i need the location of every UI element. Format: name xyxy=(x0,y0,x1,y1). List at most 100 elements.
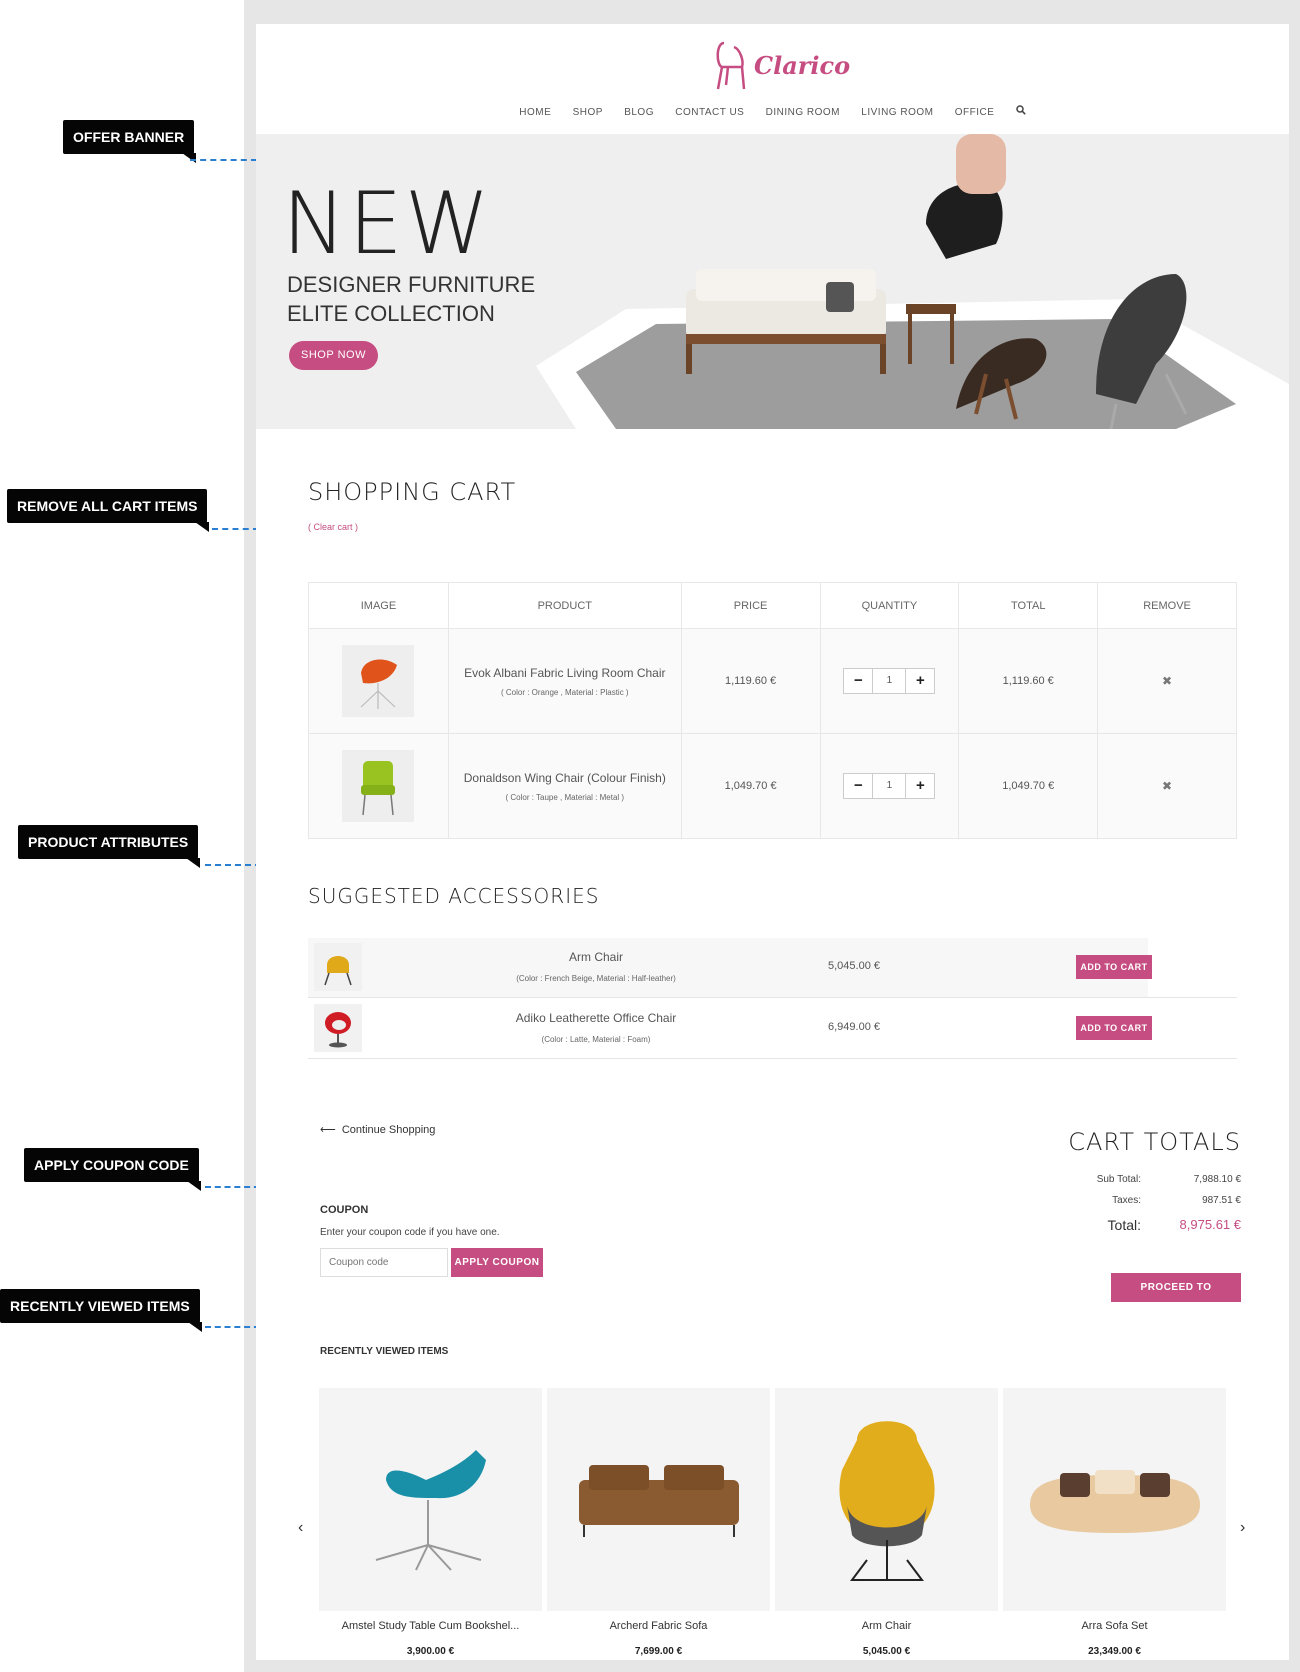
product-name[interactable]: Arm Chair xyxy=(775,1620,998,1632)
col-total: TOTAL xyxy=(958,582,1099,629)
product-name[interactable]: Archerd Fabric Sofa xyxy=(547,1620,770,1632)
remove-icon[interactable]: ✖ xyxy=(1162,674,1172,688)
product-name[interactable]: Arra Sofa Set xyxy=(1003,1620,1226,1632)
apply-coupon-button[interactable]: APPLY COUPON xyxy=(451,1248,543,1277)
nav-office[interactable]: OFFICE xyxy=(955,107,995,118)
product-price: 7,699.00 € xyxy=(634,1646,683,1657)
hero-subtitle-line: ELITE COLLECTION xyxy=(287,301,495,326)
nav-shop[interactable]: SHOP xyxy=(573,107,603,118)
callout-product-attributes: PRODUCT ATTRIBUTES xyxy=(18,825,201,868)
coupon-input[interactable] xyxy=(320,1248,448,1277)
recently-viewed-card[interactable]: Arm Chair 5,045.00 € xyxy=(775,1388,998,1657)
cart-table: IMAGE PRODUCT PRICE QUANTITY TOTAL REMOV… xyxy=(308,582,1237,839)
cart-title: SHOPPING CART xyxy=(308,478,517,506)
store-page: Clarico HOME SHOP BLOG CONTACT US DINING… xyxy=(256,24,1289,1660)
row-background xyxy=(308,999,1148,1058)
hero-subtitle-line: DESIGNER FURNITURE xyxy=(287,272,536,297)
price-cell: 1,119.60 € xyxy=(680,628,821,734)
search-icon[interactable] xyxy=(1015,105,1026,118)
callout-apply-coupon: APPLY COUPON CODE xyxy=(24,1148,201,1191)
nav-blog[interactable]: BLOG xyxy=(624,107,654,118)
product-price: 23,349.00 € xyxy=(1088,1646,1141,1657)
col-quantity: QUANTITY xyxy=(819,582,960,629)
suggested-attributes: (Color : Latte, Material : Foam) xyxy=(541,1035,651,1044)
minus-icon[interactable]: − xyxy=(844,669,873,693)
product-price: 3,900.00 € xyxy=(406,1646,455,1657)
quantity-cell: − 1 + xyxy=(819,733,960,839)
total-cell: 1,049.70 € xyxy=(958,733,1099,839)
recently-viewed-card[interactable]: Amstel Study Table Cum Bookshel... 3,900… xyxy=(319,1388,542,1657)
cart-product-cell: Evok Albani Fabric Living Room Chair ( C… xyxy=(447,628,682,734)
cart-header-row: IMAGE PRODUCT PRICE QUANTITY TOTAL REMOV… xyxy=(308,582,1237,629)
col-remove: REMOVE xyxy=(1097,582,1237,629)
nav-dining-room[interactable]: DINING ROOM xyxy=(766,107,840,118)
coupon-heading: COUPON xyxy=(320,1204,369,1216)
logo[interactable]: Clarico xyxy=(714,39,850,91)
recently-viewed-title: RECENTLY VIEWED ITEMS xyxy=(320,1346,449,1357)
recently-viewed-card[interactable]: Arra Sofa Set 23,349.00 € xyxy=(1003,1388,1226,1657)
carousel-prev-icon[interactable]: ‹ xyxy=(298,1519,303,1537)
carousel-next-icon[interactable]: › xyxy=(1240,1519,1245,1537)
suggested-name[interactable]: Arm Chair xyxy=(426,950,766,964)
remove-cell: ✖ xyxy=(1097,733,1237,839)
proceed-to-checkout-button[interactable]: PROCEED TO CHECKOUT xyxy=(1111,1273,1241,1322)
taxes-value: 987.51 € xyxy=(1202,1195,1241,1206)
clear-cart-link[interactable]: ( Clear cart ) xyxy=(308,522,358,532)
total-cell: 1,119.60 € xyxy=(958,628,1099,734)
hero-headline: NEW xyxy=(282,174,492,274)
product-image[interactable] xyxy=(1003,1388,1226,1611)
suggested-name[interactable]: Adiko Leatherette Office Chair xyxy=(426,1011,766,1025)
shop-now-button[interactable]: SHOP NOW xyxy=(289,341,378,370)
cart-totals-title: CART TOTALS xyxy=(1068,1128,1241,1156)
cart-product-cell: Donaldson Wing Chair (Colour Finish) ( C… xyxy=(447,733,682,839)
quantity-value[interactable]: 1 xyxy=(872,774,907,798)
remove-icon[interactable]: ✖ xyxy=(1162,779,1172,793)
suggested-price: 6,949.00 € xyxy=(828,1021,880,1033)
nav-home[interactable]: HOME xyxy=(519,107,551,118)
product-image[interactable] xyxy=(547,1388,770,1611)
product-attributes: ( Color : Taupe , Material : Metal ) xyxy=(505,792,625,802)
site-header: Clarico HOME SHOP BLOG CONTACT US DINING… xyxy=(256,24,1289,134)
suggested-item: Adiko Leatherette Office Chair (Color : … xyxy=(308,999,1237,1059)
remove-cell: ✖ xyxy=(1097,628,1237,734)
product-image[interactable] xyxy=(775,1388,998,1611)
product-name[interactable]: Amstel Study Table Cum Bookshel... xyxy=(319,1620,542,1632)
suggested-attributes: (Color : French Beige, Material : Half-l… xyxy=(516,974,676,983)
cart-row: Evok Albani Fabric Living Room Chair ( C… xyxy=(308,628,1237,734)
product-name[interactable]: Donaldson Wing Chair (Colour Finish) xyxy=(449,771,681,785)
suggested-thumbnail[interactable] xyxy=(314,943,362,991)
quantity-value[interactable]: 1 xyxy=(872,669,907,693)
offer-banner: NEW DESIGNER FURNITURE ELITE COLLECTION … xyxy=(256,134,1289,429)
quantity-stepper: − 1 + xyxy=(843,773,936,799)
product-attributes: ( Color : Orange , Material : Plastic ) xyxy=(500,687,629,697)
col-price: PRICE xyxy=(680,582,821,629)
add-to-cart-button[interactable]: ADD TO CART xyxy=(1076,1016,1152,1040)
product-name[interactable]: Evok Albani Fabric Living Room Chair xyxy=(449,666,681,680)
minus-icon[interactable]: − xyxy=(844,774,873,798)
cart-image-cell xyxy=(308,628,449,734)
product-thumbnail[interactable] xyxy=(342,750,415,822)
callout-recently-viewed: RECENTLY VIEWED ITEMS xyxy=(0,1289,202,1332)
price-cell: 1,049.70 € xyxy=(680,733,821,839)
plus-icon[interactable]: + xyxy=(906,774,935,798)
taxes-label: Taxes: xyxy=(1112,1195,1141,1206)
recently-viewed-card[interactable]: Archerd Fabric Sofa 7,699.00 € xyxy=(547,1388,770,1657)
continue-shopping-link[interactable]: ⟵ Continue Shopping xyxy=(320,1123,435,1136)
callout-offer-banner: OFFER BANNER xyxy=(63,120,197,163)
suggested-thumbnail[interactable] xyxy=(314,1004,362,1052)
col-product: PRODUCT xyxy=(447,582,682,629)
product-thumbnail[interactable] xyxy=(342,645,415,717)
add-to-cart-button[interactable]: ADD TO CART xyxy=(1076,955,1152,979)
main-nav: HOME SHOP BLOG CONTACT US DINING ROOM LI… xyxy=(256,105,1289,118)
nav-living-room[interactable]: LIVING ROOM xyxy=(861,107,933,118)
hero-subtitle: DESIGNER FURNITURE ELITE COLLECTION xyxy=(287,270,535,328)
subtotal-value: 7,988.10 € xyxy=(1193,1174,1241,1185)
subtotal-label: Sub Total: xyxy=(1096,1174,1141,1185)
plus-icon[interactable]: + xyxy=(906,669,935,693)
hero-furniture-image xyxy=(536,134,1289,429)
product-image[interactable] xyxy=(319,1388,542,1611)
suggested-accessories-title: SUGGESTED ACCESSORIES xyxy=(308,884,600,908)
nav-contact-us[interactable]: CONTACT US xyxy=(675,107,744,118)
product-price: 5,045.00 € xyxy=(862,1646,911,1657)
cart-image-cell xyxy=(308,733,449,839)
